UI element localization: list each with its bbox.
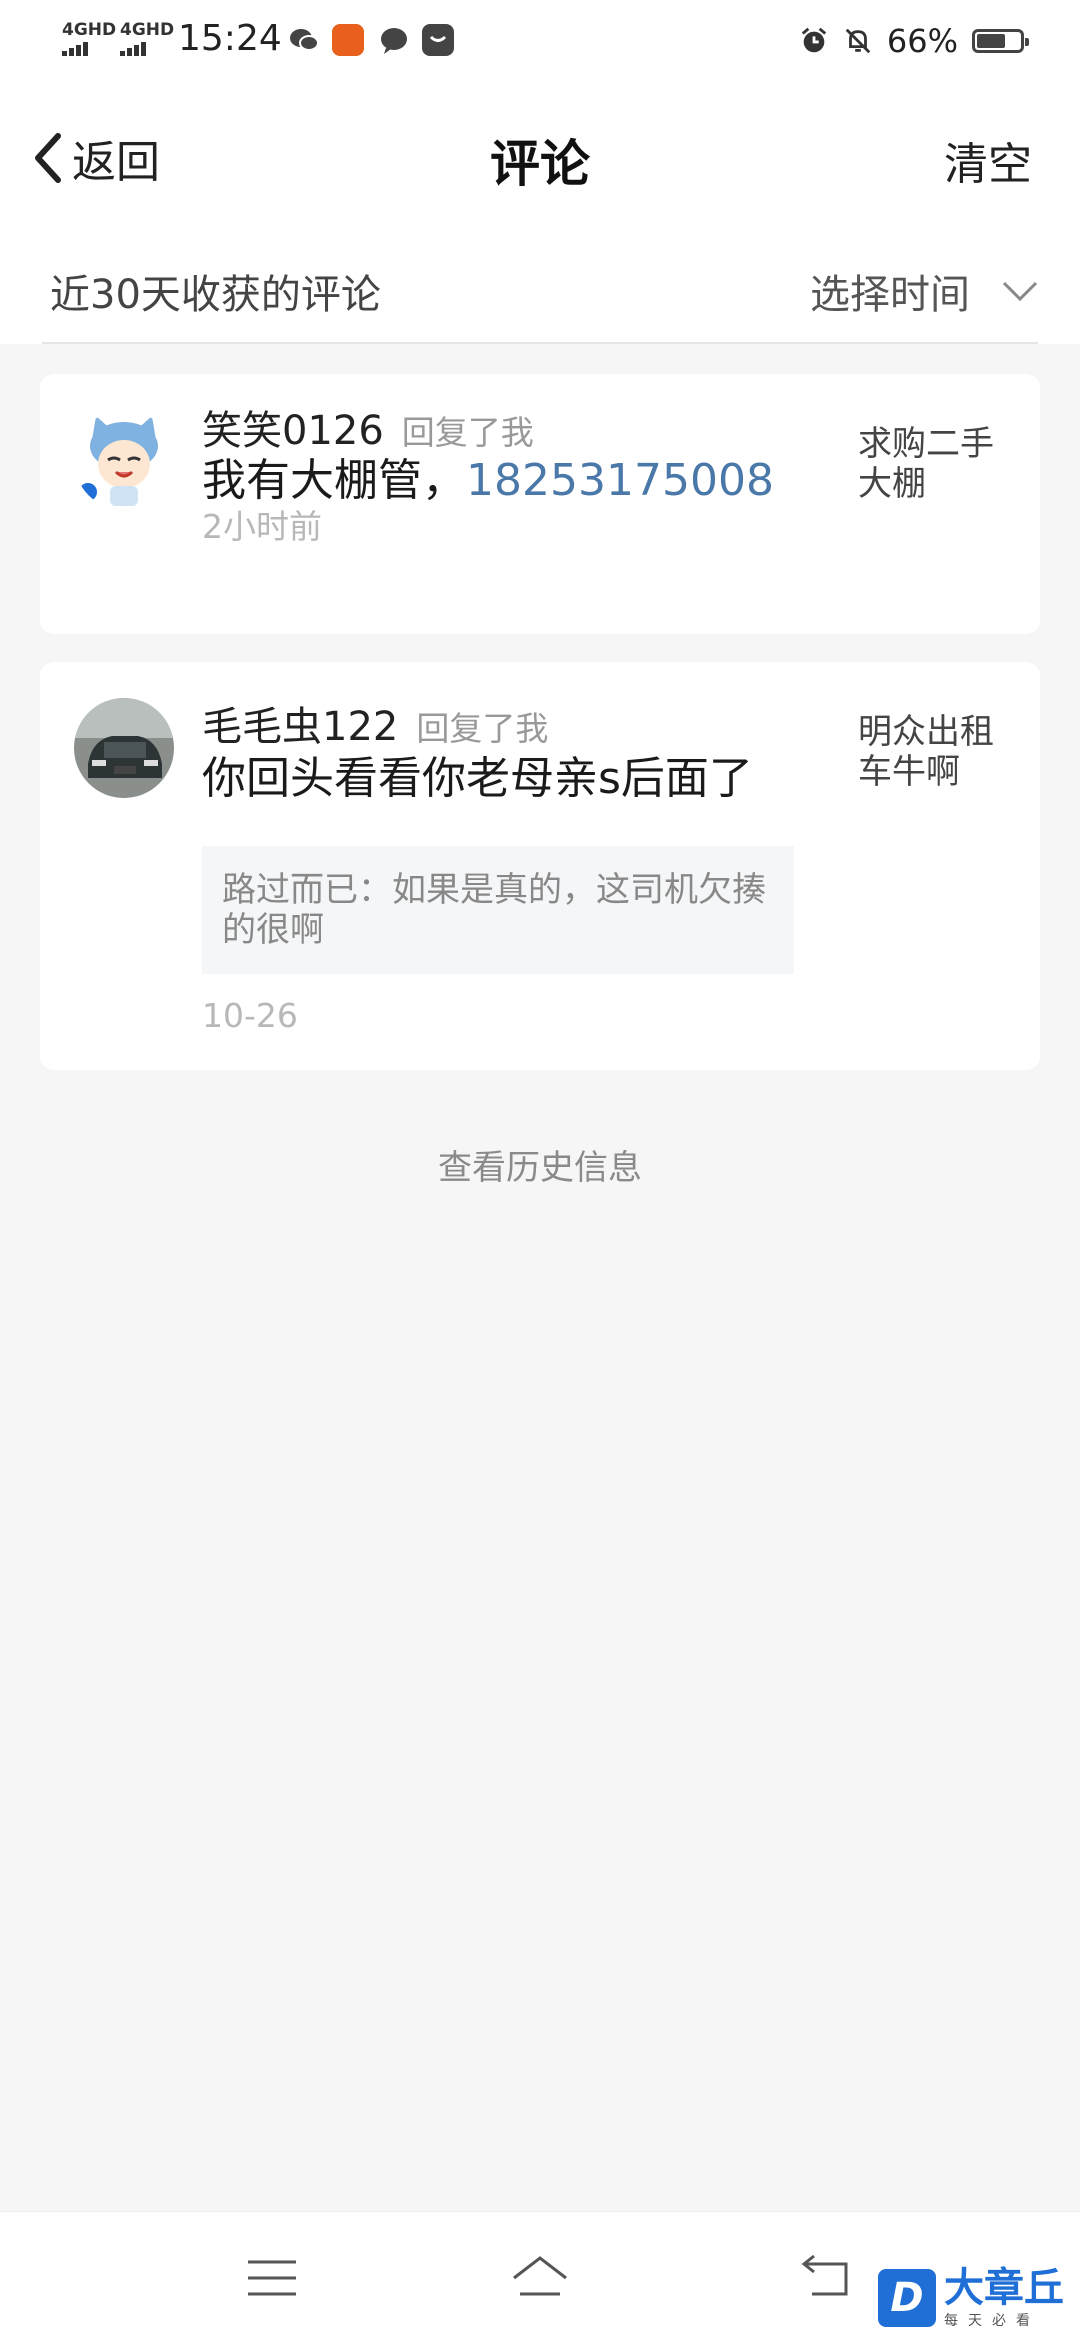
divider bbox=[42, 342, 1038, 344]
app-notification-icon bbox=[332, 24, 364, 56]
watermark-text: 大章丘 每天必看 bbox=[944, 2266, 1064, 2330]
comment-content: 我有大棚管，18253175008 bbox=[202, 444, 774, 508]
comment-time: 10-26 bbox=[202, 996, 298, 1035]
app-header: 返回 评论 清空 bbox=[0, 84, 1080, 228]
brand-logo-icon: D bbox=[878, 2269, 936, 2327]
mute-icon bbox=[845, 28, 871, 54]
comment-text: 我有大棚管， bbox=[202, 455, 466, 506]
status-right: 66% bbox=[799, 22, 1029, 60]
back-nav-button[interactable] bbox=[796, 2250, 856, 2306]
comment-content: 你回头看看你老母亲s后面了 bbox=[202, 753, 753, 804]
source-post[interactable]: 求购二手大棚 bbox=[858, 424, 1008, 504]
filter-bar: 近30天收获的评论 选择时间 bbox=[0, 228, 1080, 344]
battery-percent: 66% bbox=[886, 22, 958, 60]
comment-card[interactable]: 笑笑0126 回复了我 我有大棚管，18253175008 2小时前 求购二手大棚 bbox=[40, 374, 1040, 634]
battery-icon bbox=[972, 29, 1029, 53]
phone-link[interactable]: 18253175008 bbox=[466, 455, 774, 506]
avatar[interactable] bbox=[74, 410, 174, 510]
home-icon bbox=[513, 2256, 567, 2296]
signal-label-2: 4GHD bbox=[120, 20, 175, 40]
quoted-comment[interactable]: 路过而已：如果是真的，这司机欠揍的很啊 bbox=[202, 846, 794, 974]
back-arrow-icon bbox=[801, 2254, 848, 2296]
status-bar: 4GHD 4GHD 15:24 66% bbox=[0, 0, 1080, 84]
clear-button[interactable]: 清空 bbox=[944, 128, 1032, 192]
history-link[interactable]: 查看历史信息 bbox=[0, 1140, 1080, 1189]
chevron-down-icon bbox=[1002, 281, 1038, 302]
shopping-bag-icon bbox=[422, 24, 454, 56]
time-select-button[interactable]: 选择时间 bbox=[810, 262, 1040, 320]
status-time: 15:24 bbox=[178, 18, 282, 59]
watermark-title: 大章丘 bbox=[944, 2265, 1064, 2311]
signal-icon-2: 4GHD bbox=[120, 20, 175, 56]
menu-button[interactable] bbox=[242, 2250, 302, 2306]
wechat-icon bbox=[288, 24, 320, 56]
filter-label: 近30天收获的评论 bbox=[50, 272, 381, 318]
message-icon bbox=[378, 24, 410, 56]
comment-time: 2小时前 bbox=[202, 507, 322, 546]
menu-icon bbox=[248, 2260, 296, 2296]
comment-card[interactable]: 毛毛虫122 回复了我 你回头看看你老母亲s后面了 路过而已：如果是真的，这司机欠… bbox=[40, 662, 1040, 1070]
alarm-icon bbox=[801, 27, 827, 53]
source-post[interactable]: 明众出租车牛啊 bbox=[858, 712, 1008, 792]
watermark-logo: D 大章丘 每天必看 bbox=[870, 2260, 1072, 2336]
page-title: 评论 bbox=[490, 135, 590, 193]
watermark-subtitle: 每天必看 bbox=[944, 2313, 1040, 2329]
signal-icon: 4GHD bbox=[62, 20, 117, 56]
avatar[interactable] bbox=[74, 698, 174, 798]
time-select-label: 选择时间 bbox=[810, 272, 970, 318]
home-button[interactable] bbox=[510, 2250, 570, 2306]
signal-label: 4GHD bbox=[62, 20, 117, 40]
